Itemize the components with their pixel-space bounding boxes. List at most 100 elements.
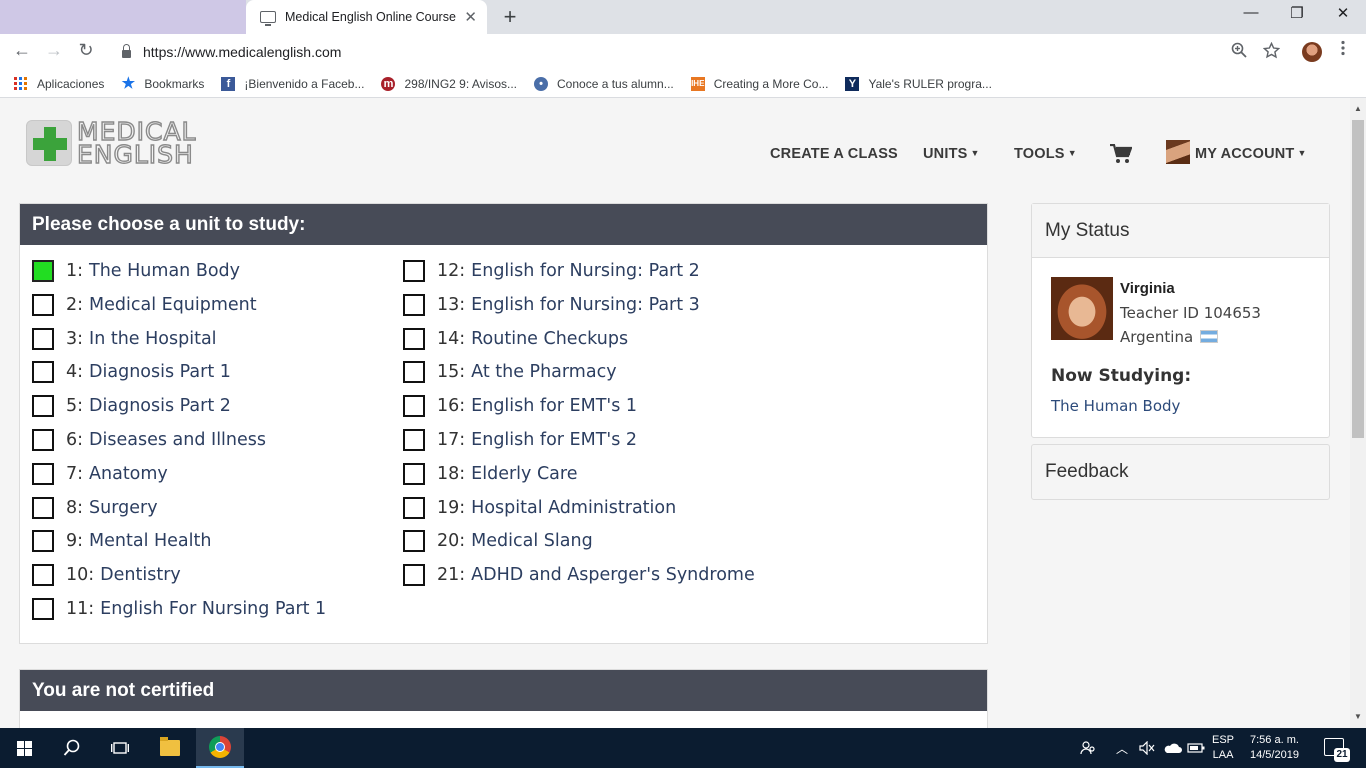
nav-my-account[interactable]: MY ACCOUNT ▼ bbox=[1195, 146, 1307, 162]
unit-item[interactable]: 13: English for Nursing: Part 3 bbox=[403, 293, 700, 316]
unit-link[interactable]: Diseases and Illness bbox=[89, 430, 266, 450]
search-button[interactable] bbox=[48, 728, 96, 768]
now-studying-link[interactable]: The Human Body bbox=[1051, 397, 1180, 415]
unit-item[interactable]: 10: Dentistry bbox=[32, 564, 181, 587]
start-button[interactable] bbox=[0, 728, 48, 768]
unit-link[interactable]: Diagnosis Part 1 bbox=[89, 362, 231, 382]
bookmark-ihe[interactable]: IHE Creating a More Co... bbox=[690, 76, 828, 91]
onedrive-cloud-icon[interactable] bbox=[1162, 728, 1182, 768]
search-icon bbox=[63, 739, 80, 756]
unit-link[interactable]: In the Hospital bbox=[89, 329, 217, 349]
unit-checkbox bbox=[403, 496, 425, 519]
battery-icon[interactable] bbox=[1187, 728, 1205, 768]
unit-item[interactable]: 6: Diseases and Illness bbox=[32, 429, 266, 451]
site-logo[interactable]: MEDICAL ENGLISH bbox=[26, 118, 196, 168]
forward-button[interactable]: → bbox=[42, 40, 66, 61]
shopping-cart-icon[interactable] bbox=[1110, 143, 1133, 164]
bookmark-yale[interactable]: Y Yale's RULER progra... bbox=[845, 76, 992, 91]
profile-avatar[interactable] bbox=[1302, 42, 1322, 62]
unit-link[interactable]: ADHD and Asperger's Syndrome bbox=[471, 565, 755, 585]
nav-tools[interactable]: TOOLS ▼ bbox=[1014, 146, 1077, 162]
file-explorer-button[interactable] bbox=[146, 728, 194, 768]
task-view-button[interactable] bbox=[96, 728, 144, 768]
unit-link[interactable]: English for Nursing: Part 2 bbox=[471, 261, 700, 281]
volume-muted-icon[interactable] bbox=[1139, 728, 1155, 768]
notification-count: 21 bbox=[1334, 748, 1350, 762]
unit-number: 18: bbox=[437, 463, 466, 484]
unit-item[interactable]: 17: English for EMT's 2 bbox=[403, 429, 637, 451]
new-tab-button[interactable]: + bbox=[498, 4, 522, 30]
unit-checkbox bbox=[403, 327, 425, 350]
reload-button[interactable]: ↻ bbox=[74, 40, 98, 61]
page-scrollbar[interactable]: ▲ ▼ bbox=[1350, 98, 1366, 728]
unit-checkbox bbox=[403, 530, 425, 553]
unit-item[interactable]: 21: ADHD and Asperger's Syndrome bbox=[403, 564, 755, 587]
unit-link[interactable]: English for EMT's 2 bbox=[471, 430, 637, 450]
nav-units[interactable]: UNITS ▼ bbox=[923, 146, 980, 162]
chrome-taskbar-button[interactable] bbox=[196, 728, 244, 768]
unit-link[interactable]: Mental Health bbox=[89, 531, 211, 551]
people-icon[interactable] bbox=[1080, 728, 1096, 768]
bookmark-bookmarks[interactable]: ★ Bookmarks bbox=[121, 76, 205, 91]
restore-button[interactable]: ❐ bbox=[1282, 4, 1312, 22]
unit-item[interactable]: 14: Routine Checkups bbox=[403, 327, 628, 350]
bookmark-star-icon[interactable] bbox=[1262, 41, 1281, 64]
unit-link[interactable]: English for EMT's 1 bbox=[471, 396, 637, 416]
certification-title: You are not certified bbox=[20, 670, 987, 711]
unit-item[interactable]: 2: Medical Equipment bbox=[32, 293, 257, 316]
unit-item[interactable]: 9: Mental Health bbox=[32, 530, 211, 553]
unit-item[interactable]: 1: The Human Body bbox=[32, 260, 240, 282]
scroll-up-icon[interactable]: ▲ bbox=[1354, 104, 1362, 113]
unit-link[interactable]: Medical Equipment bbox=[89, 295, 257, 315]
unit-item[interactable]: 20: Medical Slang bbox=[403, 530, 593, 553]
unit-link[interactable]: Routine Checkups bbox=[471, 329, 628, 349]
browser-tab[interactable]: Medical English Online Course ✕ bbox=[246, 0, 487, 34]
back-button[interactable]: ← bbox=[10, 40, 34, 61]
scroll-down-icon[interactable]: ▼ bbox=[1354, 712, 1362, 721]
unit-item[interactable]: 15: At the Pharmacy bbox=[403, 361, 617, 384]
unit-number: 3: bbox=[66, 328, 84, 349]
unit-item[interactable]: 3: In the Hospital bbox=[32, 327, 217, 350]
unit-link[interactable]: English for Nursing: Part 3 bbox=[471, 295, 700, 315]
unit-item[interactable]: 8: Surgery bbox=[32, 496, 158, 519]
zoom-icon[interactable] bbox=[1231, 42, 1247, 63]
feedback-panel[interactable]: Feedback bbox=[1031, 444, 1330, 500]
unit-link[interactable]: Anatomy bbox=[89, 464, 168, 484]
unit-link[interactable]: Surgery bbox=[89, 498, 158, 518]
unit-link[interactable]: Medical Slang bbox=[471, 531, 593, 551]
unit-item[interactable]: 18: Elderly Care bbox=[403, 462, 577, 485]
bookmark-facebook[interactable]: f ¡Bienvenido a Faceb... bbox=[221, 76, 364, 91]
unit-link[interactable]: The Human Body bbox=[89, 261, 240, 281]
unit-item[interactable]: 16: English for EMT's 1 bbox=[403, 395, 637, 418]
unit-item[interactable]: 4: Diagnosis Part 1 bbox=[32, 361, 231, 384]
account-avatar[interactable] bbox=[1166, 140, 1190, 164]
unit-item[interactable]: 11: English For Nursing Part 1 bbox=[32, 598, 326, 620]
chrome-icon bbox=[209, 736, 231, 758]
address-bar[interactable]: https://www.medicalenglish.com bbox=[110, 38, 1290, 66]
unit-link[interactable]: At the Pharmacy bbox=[471, 362, 616, 382]
tray-chevron-up-icon[interactable]: ︿ bbox=[1116, 728, 1128, 768]
url-text[interactable]: https://www.medicalenglish.com bbox=[143, 44, 341, 60]
minimize-button[interactable]: — bbox=[1236, 4, 1266, 21]
bookmark-apps[interactable]: Aplicaciones bbox=[14, 76, 104, 91]
close-window-button[interactable]: ✕ bbox=[1328, 4, 1358, 22]
menu-kebab-icon[interactable] bbox=[1340, 40, 1346, 61]
bookmark-moodle[interactable]: m 298/ING2 9: Avisos... bbox=[381, 76, 517, 91]
unit-item[interactable]: 5: Diagnosis Part 2 bbox=[32, 395, 231, 418]
unit-item[interactable]: 12: English for Nursing: Part 2 bbox=[403, 260, 700, 282]
unit-item[interactable]: 19: Hospital Administration bbox=[403, 496, 676, 519]
unit-link[interactable]: Elderly Care bbox=[471, 464, 577, 484]
scrollbar-thumb[interactable] bbox=[1352, 120, 1364, 438]
nav-create-class[interactable]: CREATE A CLASS bbox=[770, 146, 898, 162]
unit-link[interactable]: English For Nursing Part 1 bbox=[100, 599, 326, 619]
clock[interactable]: 7:56 a. m. 14/5/2019 bbox=[1250, 728, 1299, 768]
language-indicator[interactable]: ESP LAA bbox=[1212, 728, 1234, 768]
unit-link[interactable]: Diagnosis Part 2 bbox=[89, 396, 231, 416]
unit-link[interactable]: Dentistry bbox=[100, 565, 181, 585]
unit-item[interactable]: 7: Anatomy bbox=[32, 462, 168, 485]
tab-close-icon[interactable]: ✕ bbox=[464, 8, 477, 26]
user-name: Virginia bbox=[1120, 280, 1175, 297]
bookmarks-bar: Aplicaciones ★ Bookmarks f ¡Bienvenido a… bbox=[0, 70, 1366, 98]
bookmark-conoce[interactable]: • Conoce a tus alumn... bbox=[534, 76, 674, 91]
unit-link[interactable]: Hospital Administration bbox=[471, 498, 676, 518]
